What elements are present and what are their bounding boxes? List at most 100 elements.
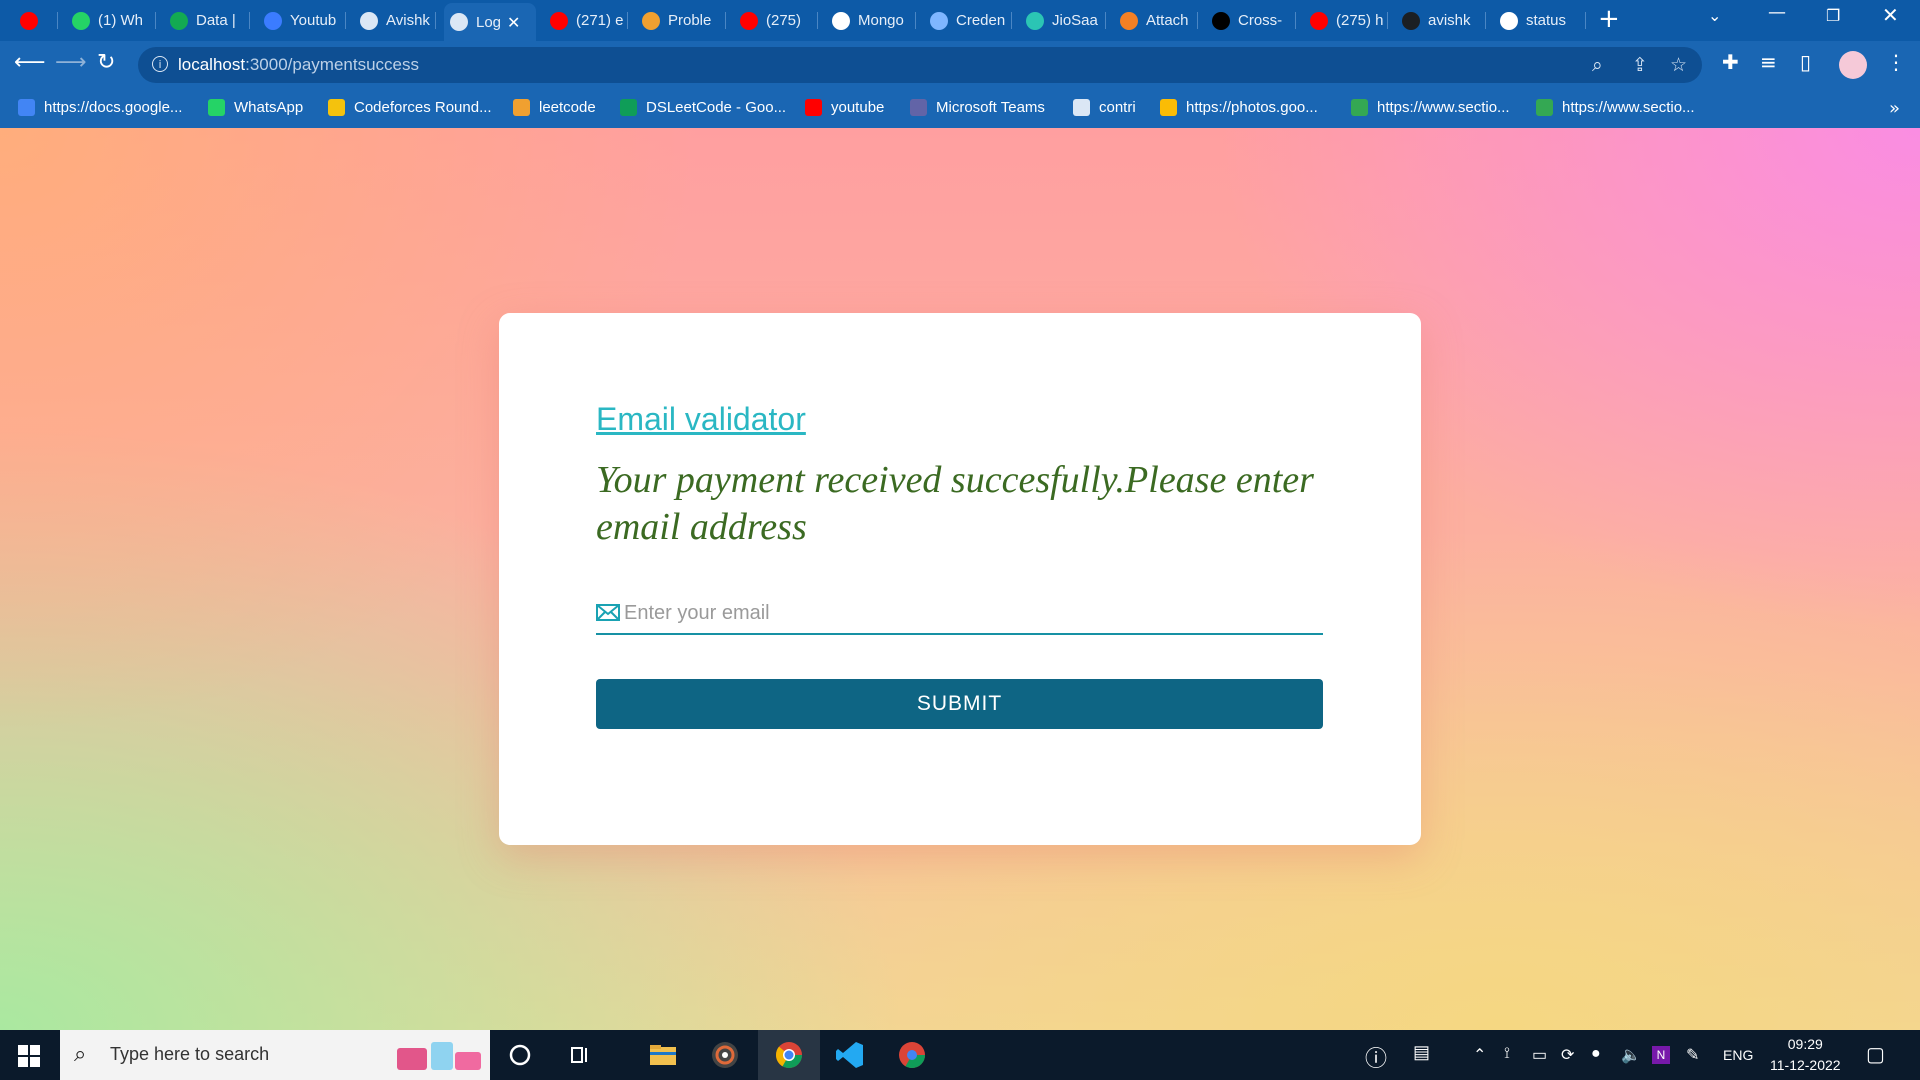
api-icon: [930, 11, 948, 30]
browser-tab[interactable]: status: [1494, 6, 1586, 35]
bookmark-label: https://www.sectio...: [1377, 99, 1510, 116]
forward-button[interactable]: ⟶: [55, 50, 87, 75]
zoom-icon[interactable]: ⌕: [1592, 54, 1603, 76]
media-player-icon[interactable]: [710, 1040, 740, 1070]
browser-tab[interactable]: Data |: [164, 6, 250, 35]
chrome-icon: [775, 1042, 803, 1069]
back-button[interactable]: ⟵: [14, 50, 46, 75]
share-icon[interactable]: ⇪: [1632, 54, 1648, 76]
chrome-profile-icon[interactable]: [897, 1040, 927, 1070]
bookmark-item[interactable]: contri: [1073, 99, 1136, 116]
browser-tab[interactable]: Creden: [924, 6, 1012, 35]
battery-icon[interactable]: ▭: [1532, 1045, 1547, 1065]
tab-title: (275) h: [1336, 12, 1384, 29]
taskbar-search-placeholder: Type here to search: [110, 1044, 270, 1064]
bookmark-item[interactable]: WhatsApp: [208, 99, 303, 116]
side-panel-icon[interactable]: ▯: [1800, 50, 1811, 74]
whatsapp-icon: [208, 99, 225, 116]
notifications-icon[interactable]: ▢: [1866, 1042, 1885, 1067]
bookmark-item[interactable]: Codeforces Round...: [328, 99, 492, 116]
profile-avatar[interactable]: [1839, 51, 1867, 79]
bookmark-item[interactable]: youtube: [805, 99, 884, 116]
browser-tab[interactable]: (1) Wh: [66, 6, 156, 35]
file-explorer-icon[interactable]: [648, 1040, 678, 1070]
browser-tab[interactable]: (271) e: [544, 6, 628, 35]
tab-title: (275): [766, 12, 802, 29]
cortana-icon[interactable]: [505, 1040, 535, 1070]
media-control-icon[interactable]: ≡: [1760, 50, 1777, 74]
browser-tab[interactable]: Cross-: [1206, 6, 1296, 35]
submit-button[interactable]: SUBMIT: [596, 679, 1323, 729]
bookmark-label: https://docs.google...: [44, 99, 183, 116]
browser-tab[interactable]: Proble: [636, 6, 726, 35]
wifi-icon[interactable]: ⟟: [1504, 1045, 1510, 1063]
windows-taskbar: ⌕ Type here to search ⓘ ▤ ⌃ ⟟ ▭ ⟳ ● 🔈 N …: [0, 1030, 1920, 1080]
bookmark-item[interactable]: https://www.sectio...: [1351, 99, 1510, 116]
show-hidden-icons-icon[interactable]: ⌃: [1473, 1045, 1486, 1065]
update-icon[interactable]: ⟳: [1561, 1045, 1574, 1065]
browser-tab[interactable]: JioSaa: [1020, 6, 1106, 35]
windows-start-icon[interactable]: [18, 1045, 40, 1067]
tab-title: Creden: [956, 12, 1006, 29]
page-viewport: Email validator Your payment received su…: [0, 128, 1920, 1030]
tab-title: Data |: [196, 12, 236, 29]
vscode-icon[interactable]: [835, 1040, 865, 1070]
bookmark-item[interactable]: DSLeetCode - Goo...: [620, 99, 786, 116]
close-window-button[interactable]: ✕: [1882, 3, 1899, 27]
bookmark-label: DSLeetCode - Goo...: [646, 99, 787, 116]
docs-icon: [18, 99, 35, 116]
browser-tab[interactable]: avishk: [1396, 6, 1486, 35]
chrome-taskbar-button[interactable]: [758, 1030, 820, 1080]
bookmark-item[interactable]: https://www.sectio...: [1536, 99, 1695, 116]
task-view-icon[interactable]: [565, 1040, 595, 1070]
minimize-button[interactable]: —: [1768, 2, 1786, 23]
news-widget-icon[interactable]: ▤: [1413, 1042, 1430, 1063]
globe-icon: [1073, 99, 1090, 116]
email-field-row: [596, 593, 1323, 635]
clock[interactable]: 09:29 11-12-2022: [1770, 1034, 1841, 1076]
restore-button[interactable]: ❐: [1826, 6, 1840, 25]
search-icon: ⌕: [74, 1042, 87, 1067]
bookmarks-overflow-icon[interactable]: »: [1889, 98, 1900, 119]
browser-tab[interactable]: Youtub: [258, 6, 346, 35]
browser-tab[interactable]: (275): [734, 6, 818, 35]
bookmark-label: WhatsApp: [234, 99, 304, 116]
extensions-icon[interactable]: ✚: [1722, 50, 1739, 74]
bookmark-item[interactable]: https://photos.goo...: [1160, 99, 1318, 116]
language-indicator[interactable]: ENG: [1723, 1047, 1753, 1063]
bookmark-star-icon[interactable]: ☆: [1670, 54, 1687, 76]
onenote-icon[interactable]: N: [1652, 1046, 1670, 1064]
book-icon: [832, 11, 850, 30]
close-tab-icon[interactable]: ✕: [507, 13, 520, 32]
menu-kebab-icon[interactable]: ⋮: [1886, 50, 1906, 74]
sheets-icon: [1536, 99, 1553, 116]
help-icon[interactable]: ⓘ: [1365, 1041, 1387, 1073]
bookmark-item[interactable]: leetcode: [513, 99, 596, 116]
tab-title: Attach: [1146, 12, 1189, 29]
bookmark-item[interactable]: https://docs.google...: [18, 99, 182, 116]
browser-tab[interactable]: Log ✕: [444, 3, 536, 41]
browser-tab[interactable]: (275) h: [1304, 6, 1388, 35]
new-tab-button[interactable]: +: [1598, 4, 1620, 34]
browser-tab[interactable]: [14, 6, 58, 35]
teams-tray-icon[interactable]: ●: [1591, 1045, 1601, 1063]
browser-tab[interactable]: Mongo: [826, 6, 916, 35]
bookmark-label: Microsoft Teams: [936, 99, 1045, 116]
browser-tab[interactable]: Avishk: [354, 6, 436, 35]
tab-search-chevron-icon[interactable]: ⌄: [1708, 6, 1721, 25]
volume-icon[interactable]: 🔈: [1621, 1045, 1641, 1065]
site-info-icon[interactable]: i: [152, 56, 168, 72]
address-bar[interactable]: i localhost:3000/paymentsuccess ⌕ ⇪ ☆: [138, 47, 1702, 83]
url-host: localhost: [178, 55, 246, 74]
medium-icon: [1212, 11, 1230, 30]
reload-button[interactable]: ↻: [97, 50, 115, 75]
taskbar-search-box[interactable]: ⌕ Type here to search: [60, 1030, 490, 1080]
browser-tab[interactable]: Attach: [1114, 6, 1198, 35]
email-input[interactable]: [622, 598, 1316, 628]
teams-icon: [910, 99, 927, 116]
url-text[interactable]: localhost:3000/paymentsuccess: [178, 55, 419, 75]
google-icon: [1500, 11, 1518, 30]
pen-icon[interactable]: ✎: [1686, 1045, 1699, 1065]
page-title-link[interactable]: Email validator: [596, 401, 806, 438]
bookmark-item[interactable]: Microsoft Teams: [910, 99, 1045, 116]
